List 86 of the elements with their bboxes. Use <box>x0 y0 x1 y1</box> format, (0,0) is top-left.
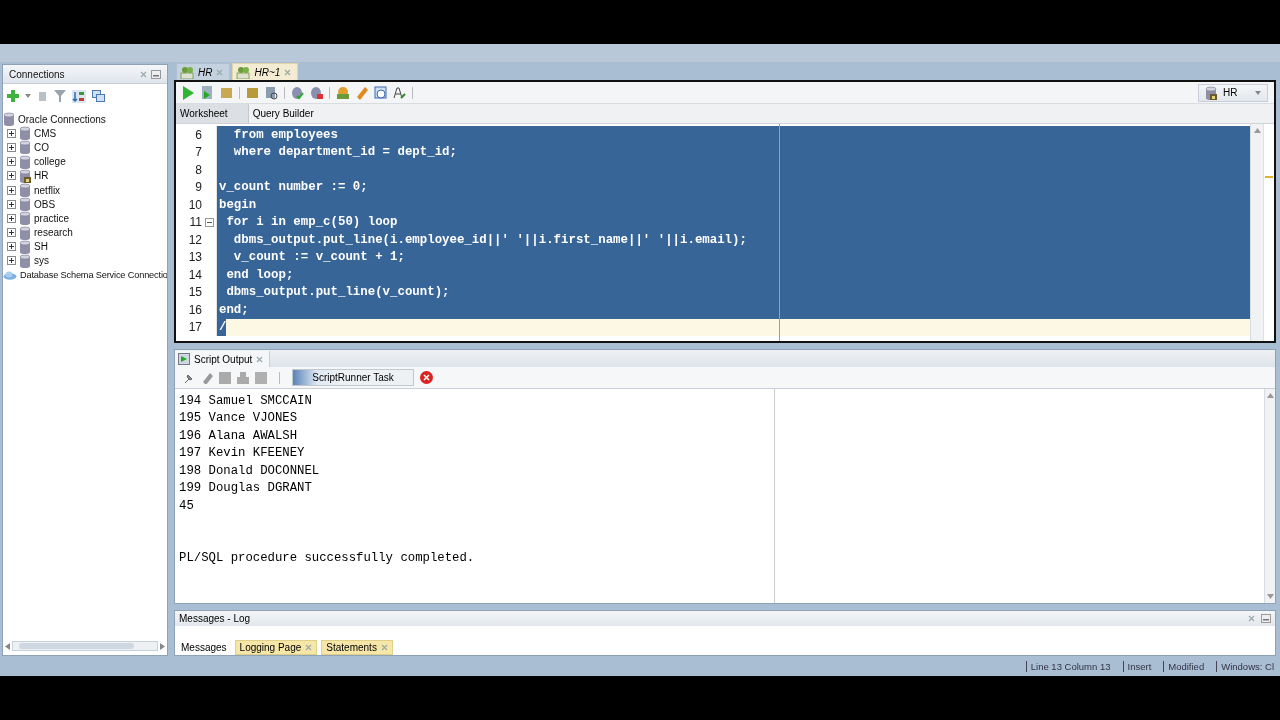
output-line: 194 Samuel SMCCAIN <box>179 392 313 410</box>
close-icon[interactable] <box>305 644 313 651</box>
add-icon[interactable] <box>7 90 19 102</box>
script-output-icon <box>178 353 190 365</box>
panel-title: Connections <box>9 68 66 80</box>
expand-icon[interactable] <box>7 242 16 252</box>
tree-item[interactable]: practice <box>34 212 69 224</box>
close-icon[interactable] <box>380 644 388 651</box>
output-line: 197 Kevin KFEENEY <box>179 445 306 462</box>
status-text: Line 13 Column 13 <box>1025 660 1123 672</box>
run-script-icon[interactable] <box>201 85 214 100</box>
output-tab[interactable]: Script Output <box>175 351 271 367</box>
tree-item[interactable]: OBS <box>34 198 56 210</box>
tree-item[interactable]: college <box>34 156 66 168</box>
log-tab[interactable]: Logging Page <box>234 640 318 655</box>
tree-item[interactable]: netflix <box>34 184 61 196</box>
run-icon[interactable] <box>182 85 195 100</box>
output-line: PL/SQL procedure successfully completed. <box>179 550 476 567</box>
status-text: Windows: Cl <box>1216 660 1276 672</box>
expand-icon[interactable] <box>7 228 16 238</box>
tree-item[interactable]: sys <box>34 255 49 267</box>
tree-item[interactable]: Oracle Connections <box>18 113 106 125</box>
tree-item[interactable]: CMS <box>34 127 57 139</box>
editor-subtab[interactable]: Query Builder <box>248 104 334 123</box>
eraser-icon[interactable] <box>201 371 213 384</box>
expand-icon[interactable] <box>7 157 16 167</box>
overview-marker <box>1265 176 1273 178</box>
log-tab[interactable]: Statements <box>321 640 393 655</box>
vertical-scrollbar[interactable] <box>1250 124 1263 341</box>
close-icon[interactable] <box>284 68 292 76</box>
scroll-down-icon[interactable] <box>1266 594 1274 599</box>
expand-icon[interactable] <box>7 171 16 181</box>
expand-icon[interactable] <box>7 128 16 138</box>
expand-icon[interactable] <box>7 185 16 195</box>
minimize-icon[interactable] <box>1261 614 1271 623</box>
output-line: 195 Vance VJONES <box>179 410 299 427</box>
tree-item[interactable]: Database Schema Service Connectio <box>20 270 167 281</box>
tree-item[interactable]: research <box>34 227 73 239</box>
filter-icon[interactable] <box>54 90 66 102</box>
schema-browser-icon[interactable] <box>72 89 86 103</box>
database-icon <box>3 112 15 127</box>
status-text: Insert <box>1122 660 1164 672</box>
commit-icon[interactable] <box>291 85 304 100</box>
log-tab[interactable]: Messages <box>177 640 231 655</box>
task-progress: ScriptRunner Task <box>292 369 414 386</box>
editor-tab[interactable]: HR <box>176 63 231 80</box>
status-text: Modified <box>1163 660 1217 672</box>
expand-icon[interactable] <box>7 199 16 209</box>
format-icon[interactable] <box>393 85 406 100</box>
scroll-left-icon[interactable] <box>5 642 10 650</box>
worksheet-icon <box>180 65 194 79</box>
editor-tab[interactable]: HR~1 <box>232 63 299 80</box>
vertical-scrollbar[interactable] <box>1264 389 1275 603</box>
scroll-right-icon[interactable] <box>160 642 165 650</box>
cancel-icon[interactable] <box>420 371 433 384</box>
rollback-icon[interactable] <box>310 85 323 100</box>
copy-icon[interactable] <box>92 90 105 102</box>
caret-icon <box>1255 90 1261 95</box>
eraser-icon[interactable] <box>355 85 368 100</box>
scroll-up-icon[interactable] <box>1266 393 1274 398</box>
fold-icon[interactable] <box>204 217 214 227</box>
editor-subtab[interactable]: Worksheet <box>176 104 249 123</box>
tree-item[interactable]: HR <box>34 170 49 182</box>
output-line: 198 Donald DOCONNEL <box>179 462 321 480</box>
expand-icon[interactable] <box>7 256 16 266</box>
minimize-icon[interactable] <box>151 69 161 79</box>
connection-dropdown[interactable]: HR <box>1198 83 1268 102</box>
tree-item[interactable]: SH <box>34 241 48 253</box>
close-icon[interactable] <box>216 68 224 76</box>
tree-item[interactable]: CO <box>34 141 49 153</box>
close-icon[interactable] <box>140 70 147 78</box>
caret-icon[interactable] <box>25 94 31 98</box>
output-line: 45 <box>179 497 195 515</box>
panel-title: Messages - Log <box>179 613 252 624</box>
expand-icon[interactable] <box>7 213 16 223</box>
close-icon[interactable] <box>1248 615 1255 622</box>
cloud-icon <box>3 270 17 280</box>
close-icon[interactable] <box>256 355 264 363</box>
output-line: 196 Alana AWALSH <box>179 427 299 445</box>
print-icon[interactable] <box>237 371 249 384</box>
expand-icon[interactable] <box>7 142 16 152</box>
connected-database-icon <box>1205 85 1217 100</box>
output-line: 199 Douglas DGRANT <box>179 480 313 497</box>
worksheet-icon <box>236 65 251 79</box>
scroll-up-icon[interactable] <box>1253 128 1261 133</box>
horizontal-scrollbar[interactable] <box>12 641 158 651</box>
